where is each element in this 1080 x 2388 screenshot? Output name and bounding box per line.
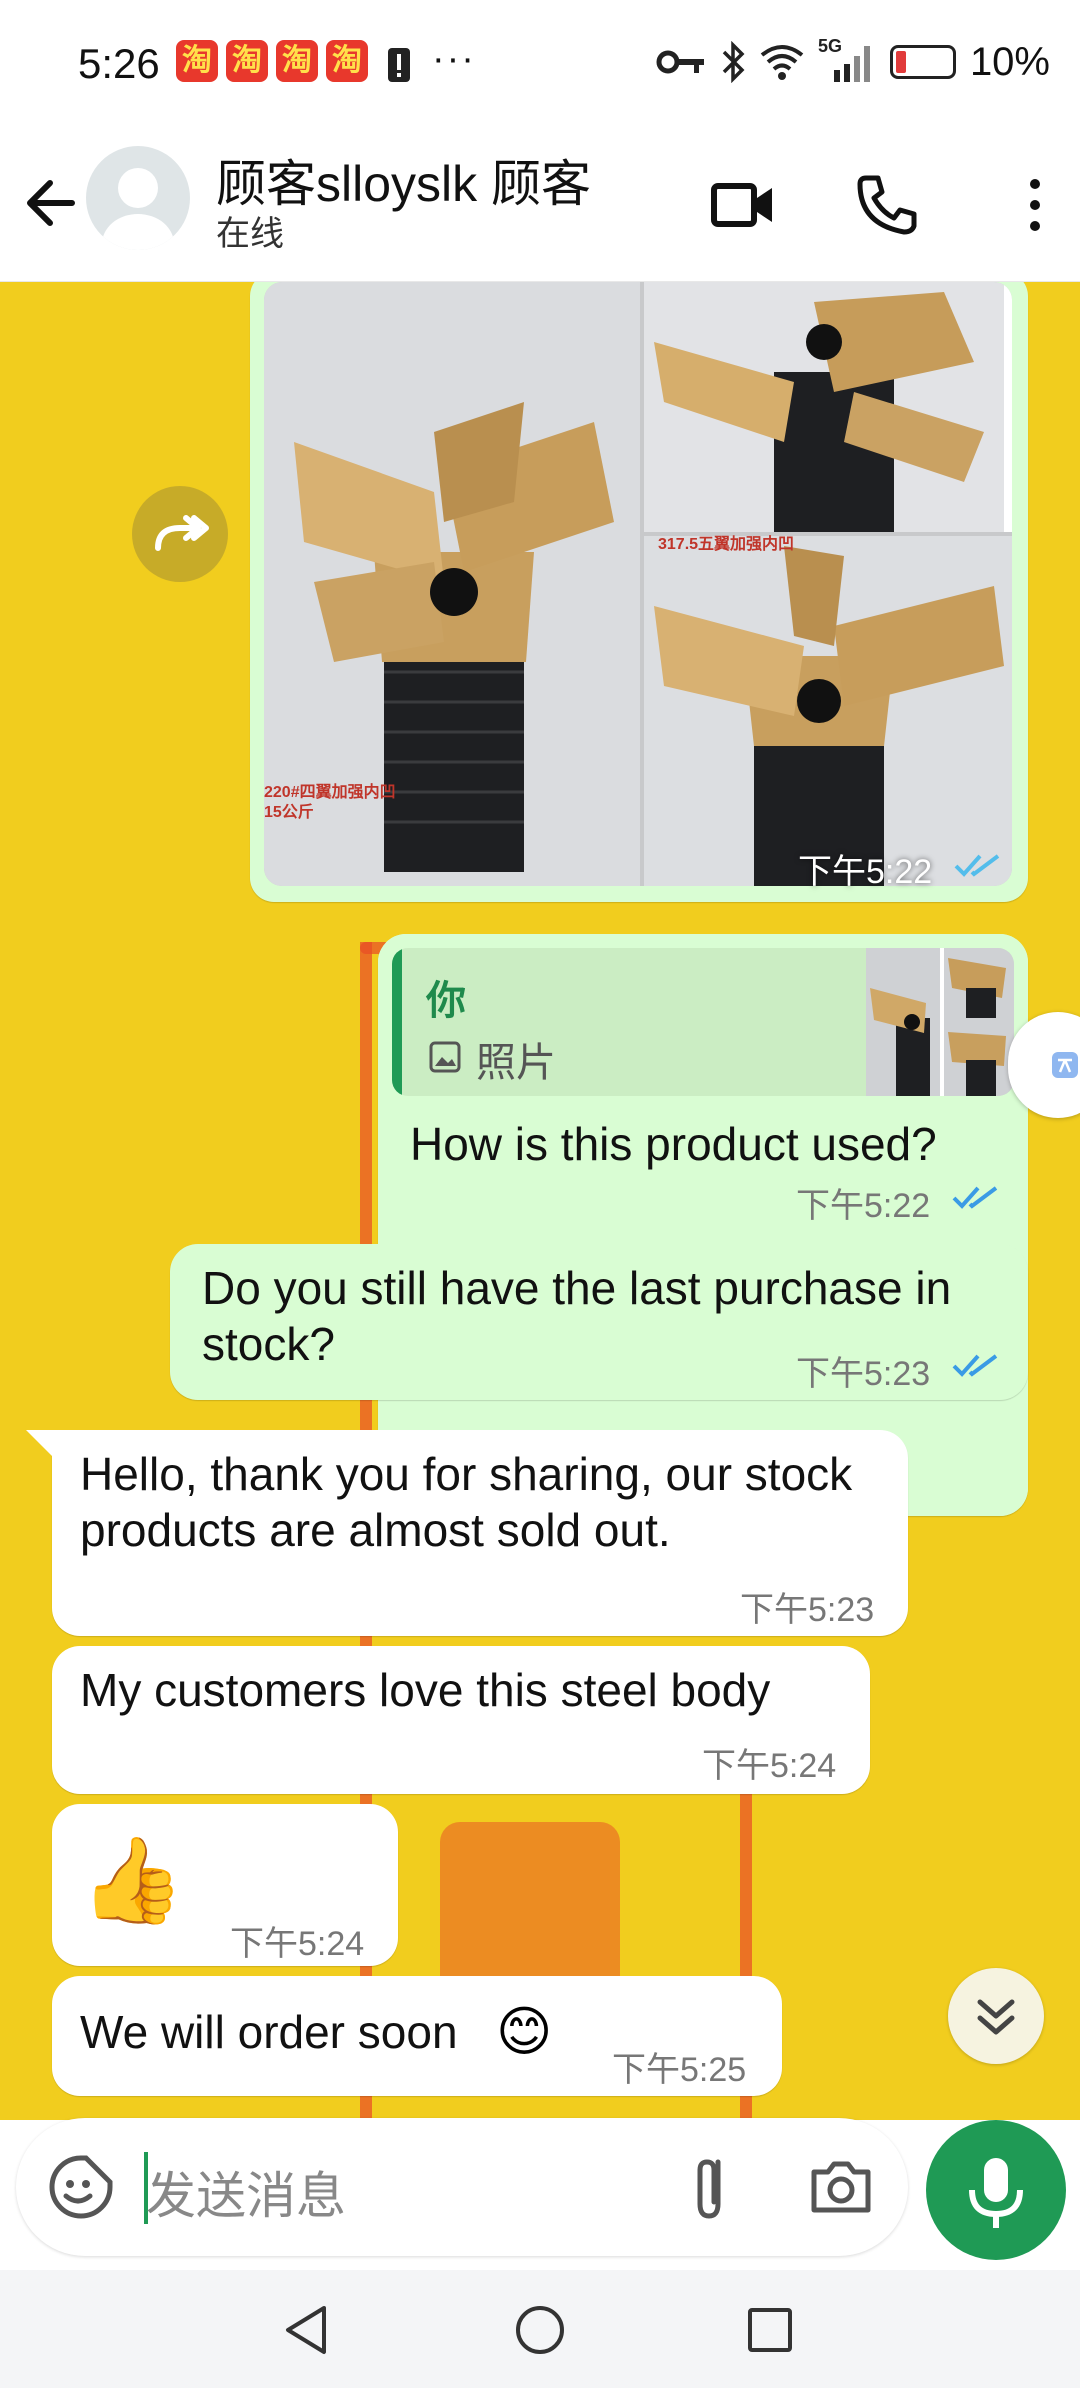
photo-icon: [429, 1041, 461, 1073]
voice-message-button[interactable]: [926, 2120, 1066, 2260]
back-arrow-icon[interactable]: [22, 166, 82, 240]
bubble-tail: [26, 1430, 56, 1460]
message-input[interactable]: 发送消息: [146, 2156, 346, 2228]
status-right: 5G 10%: [656, 36, 1050, 86]
nav-recents-icon[interactable]: [746, 2306, 794, 2354]
camera-icon[interactable]: [806, 2152, 876, 2222]
quoted-message[interactable]: 你 照片: [392, 948, 1014, 1096]
incoming-message[interactable]: Hello, thank you for sharing, our stock …: [52, 1430, 908, 1636]
thumbs-up-icon: 👍: [80, 1833, 185, 1927]
wifi-icon: [760, 45, 804, 80]
reply-message-body[interactable]: 你 照片 How is this product used? 下午5:22: [378, 934, 1028, 1516]
double-chevron-down-icon: [977, 1999, 1015, 2035]
battery-icon: [889, 45, 956, 79]
incoming-message[interactable]: We will order soon 😊 下午5:25: [52, 1976, 782, 2096]
smile-emoji-icon: 😊: [496, 2002, 553, 2062]
scroll-to-bottom-button[interactable]: [948, 1968, 1044, 2064]
forward-button[interactable]: [132, 486, 228, 582]
video-call-icon[interactable]: [708, 170, 778, 240]
message-time: 下午5:22: [796, 1187, 931, 1225]
status-bar: 5:26 淘 淘 淘 淘 ··· 5G 10%: [0, 0, 1080, 128]
forward-icon: [155, 515, 209, 551]
message-text: Hello, thank you for sharing, our stock …: [80, 1448, 853, 1556]
incoming-message[interactable]: 👍 下午5:24: [52, 1804, 398, 1966]
message-time: 下午5:24: [702, 1747, 837, 1785]
chat-header: 顾客slloyslk 顾客 在线: [0, 128, 1080, 282]
image-message[interactable]: 220#四翼加强内凹 15公斤 317.5五翼加强内凹 下午5:22: [250, 282, 1028, 902]
outgoing-message[interactable]: Do you still have the last purchase in s…: [170, 1244, 1028, 1400]
message-time: 下午5:24: [230, 1925, 365, 1963]
message-text: How is this product used?: [410, 1118, 937, 1170]
taobao-notification-icon: 淘: [176, 40, 218, 82]
sticker-icon[interactable]: [46, 2152, 116, 2222]
read-receipt-icon: [952, 1186, 998, 1209]
product-photo: [644, 282, 1012, 532]
more-options-icon[interactable]: [1000, 170, 1070, 240]
microphone-icon: [969, 2158, 1023, 2228]
voice-call-icon[interactable]: [852, 170, 922, 240]
signal-icon: 5G: [818, 36, 876, 84]
product-photo: 220#四翼加强内凹 15公斤: [264, 282, 640, 886]
quoted-type: 照片: [476, 1041, 556, 1085]
nav-home-icon[interactable]: [514, 2304, 566, 2356]
incoming-message[interactable]: My customers love this steel body 下午5:24: [52, 1646, 870, 1794]
contact-status: 在线: [216, 215, 284, 253]
key-icon: [656, 50, 704, 74]
sim-alert-icon: [388, 48, 410, 82]
product-photo: 317.5五翼加强内凹: [644, 536, 1012, 886]
chat-area[interactable]: 220#四翼加强内凹 15公斤 317.5五翼加强内凹 下午5:22 你 照片 …: [0, 282, 1080, 2120]
attach-icon[interactable]: [676, 2148, 746, 2228]
avatar[interactable]: [86, 146, 190, 250]
message-text: My customers love this steel body: [80, 1664, 771, 1716]
battery-percent: 10%: [969, 39, 1050, 84]
message-time: 下午5:23: [740, 1591, 875, 1629]
bluetooth-icon: [722, 41, 745, 83]
nav-back-icon[interactable]: [282, 2304, 332, 2356]
photo-collage[interactable]: 220#四翼加强内凹 15公斤 317.5五翼加强内凹: [264, 282, 1012, 886]
message-time: 下午5:22: [798, 853, 933, 891]
quoted-thumbnail: [866, 948, 1014, 1096]
taobao-notification-icon: 淘: [226, 40, 268, 82]
taobao-notification-icon: 淘: [276, 40, 318, 82]
message-time: 下午5:25: [612, 2051, 747, 2089]
taobao-notification-icon: 淘: [326, 40, 368, 82]
system-navigation-bar: [0, 2270, 1080, 2388]
message-text: We will order soon: [80, 2006, 458, 2058]
more-notifications-icon: ···: [432, 38, 476, 80]
translate-icon: [1052, 1052, 1078, 1078]
status-time: 5:26: [78, 40, 160, 87]
message-time: 下午5:23: [796, 1355, 931, 1393]
read-receipt-icon: [952, 1354, 998, 1377]
read-receipt-icon: [954, 854, 1000, 877]
quoted-author: 你: [426, 979, 466, 1023]
message-composer[interactable]: 发送消息: [16, 2118, 908, 2256]
